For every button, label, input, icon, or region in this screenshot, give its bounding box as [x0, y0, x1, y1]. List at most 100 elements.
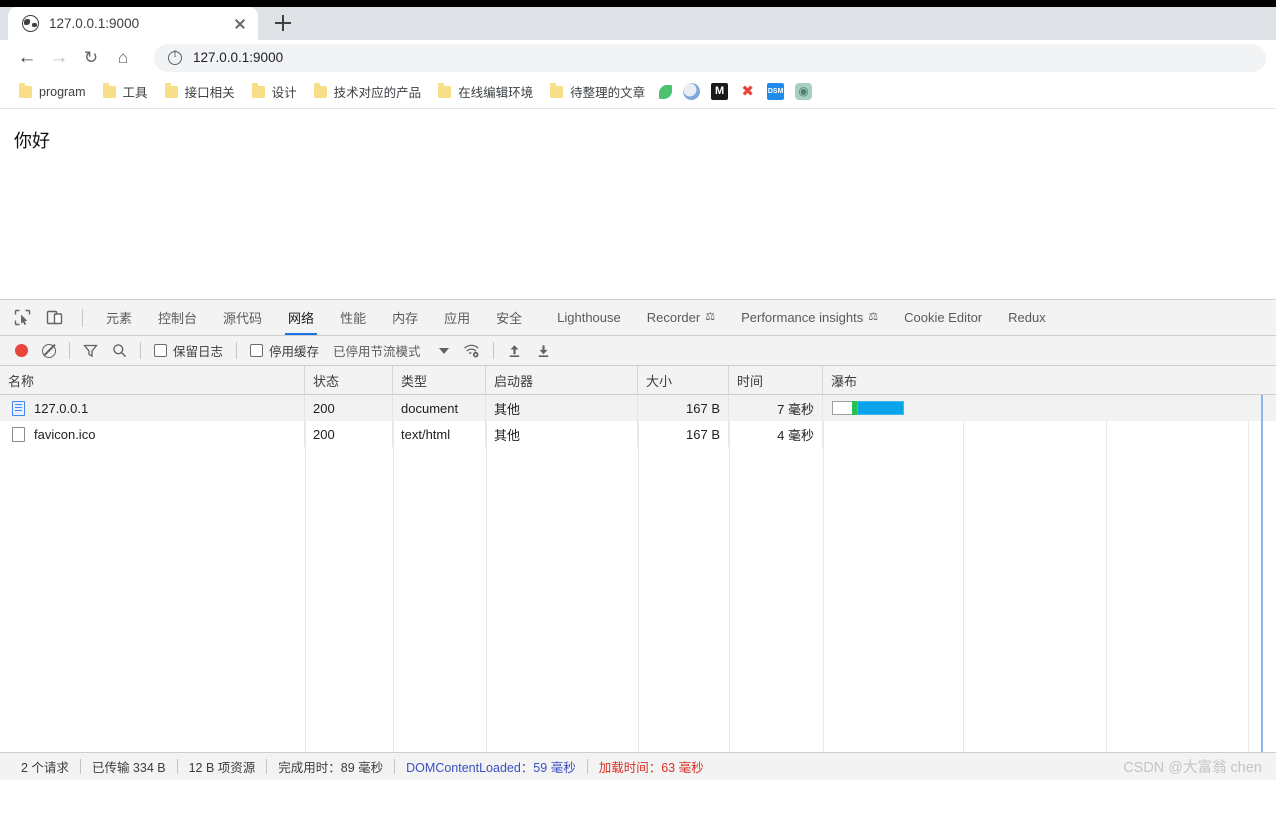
waterfall-grid	[0, 395, 1276, 752]
cell-status: 200	[305, 421, 393, 447]
bookmark-folder[interactable]: 技术对应的产品	[307, 78, 429, 105]
cell-waterfall	[823, 421, 1276, 447]
network-statusbar: 2 个请求 已传输 334 B 12 B 项资源 完成用时：89 毫秒 DOMC…	[0, 752, 1276, 780]
file-icon	[12, 426, 25, 442]
bookmark-folder[interactable]: 接口相关	[158, 78, 242, 105]
import-har-button[interactable]	[500, 339, 529, 363]
status-transferred: 已传输 334 B	[91, 761, 166, 775]
tab-sources[interactable]: 源代码	[210, 300, 275, 335]
folder-icon	[102, 83, 116, 98]
cell-name[interactable]: favicon.ico	[0, 421, 305, 447]
bookmark-folder[interactable]: program	[12, 81, 93, 103]
page-heading: 你好	[14, 131, 50, 152]
column-header-name[interactable]: 名称	[0, 366, 305, 394]
address-bar[interactable]: 127.0.0.1:9000	[154, 43, 1266, 72]
cell-size: 167 B	[638, 395, 729, 421]
bookmark-folder[interactable]: 待整理的文章	[543, 78, 652, 105]
preserve-log-label: 保留日志	[173, 345, 224, 359]
dsm-icon[interactable]: DSM	[767, 83, 785, 100]
search-button[interactable]	[105, 339, 134, 363]
bookmark-label: 接口相关	[184, 86, 235, 100]
cell-size: 167 B	[638, 421, 729, 447]
network-conditions-button[interactable]	[456, 339, 487, 363]
column-header-size[interactable]: 大小	[638, 366, 729, 394]
status-requests: 2 个请求	[21, 761, 69, 775]
bookmark-label: 设计	[271, 86, 297, 100]
tab-label: 性能	[340, 311, 367, 326]
disable-cache-checkbox[interactable]: 停用缓存	[243, 339, 326, 363]
column-header-initiator[interactable]: 启动器	[486, 366, 638, 394]
bookmarks-bar: program 工具 接口相关 设计 技术对应的产品 在线编辑环境 待整理的文章…	[0, 75, 1276, 108]
tab-console[interactable]: 控制台	[145, 300, 210, 335]
clear-button[interactable]	[35, 339, 63, 363]
tab-label: 元素	[106, 311, 133, 326]
cell-time: 4 毫秒	[729, 421, 823, 447]
column-header-type[interactable]: 类型	[393, 366, 486, 394]
network-table-body[interactable]: 127.0.0.1 200 document 其他 167 B 7 毫秒 fav…	[0, 395, 1276, 752]
waterfall-queue-segment	[832, 401, 852, 415]
cell-type: document	[393, 395, 486, 421]
throttling-select[interactable]: 已停用节流模式	[326, 339, 456, 363]
filter-button[interactable]	[76, 339, 105, 363]
table-row[interactable]: favicon.ico 200 text/html 其他 167 B 4 毫秒	[0, 421, 1276, 447]
cell-initiator: 其他	[486, 421, 638, 447]
folder-icon	[19, 83, 32, 98]
bookmark-folder[interactable]: 工具	[96, 78, 155, 105]
devtools-tabbar: 元素 控制台 源代码 网络 性能 内存 应用 安全 Lighthouse Rec…	[0, 300, 1276, 336]
folder-icon	[550, 83, 564, 98]
browser-window: 127.0.0.1:9000 ← → ↻ ⌂ 127.0.0.1:9000 pr…	[0, 0, 1276, 108]
column-header-time[interactable]: 时间	[729, 366, 823, 394]
cell-name[interactable]: 127.0.0.1	[0, 395, 305, 421]
column-header-waterfall[interactable]: 瀑布	[823, 366, 1276, 394]
green-leaf-icon[interactable]	[659, 84, 673, 99]
bookmark-folder[interactable]: 设计	[245, 78, 304, 105]
address-bar-url: 127.0.0.1:9000	[193, 50, 284, 65]
red-figure-icon[interactable]: ✖	[739, 83, 756, 100]
cell-type: text/html	[393, 421, 486, 447]
tab-memory[interactable]: 内存	[379, 300, 431, 335]
bookmark-folder[interactable]: 在线编辑环境	[431, 78, 540, 105]
back-button[interactable]: ←	[12, 43, 42, 73]
tab-redux[interactable]: Redux	[995, 300, 1059, 335]
tab-performance[interactable]: 性能	[327, 300, 379, 335]
site-info-icon[interactable]	[168, 49, 182, 65]
status-resources: 12 B 项资源	[188, 761, 256, 775]
new-tab-button[interactable]	[268, 8, 298, 38]
preserve-log-checkbox[interactable]: 保留日志	[147, 339, 230, 363]
blue-circle-icon[interactable]	[683, 83, 701, 100]
teal-spiral-icon[interactable]: ◉	[795, 83, 813, 100]
inspect-element-icon[interactable]	[8, 305, 36, 331]
record-button[interactable]	[8, 339, 35, 363]
checkbox-icon	[250, 344, 264, 357]
tab-performance-insights[interactable]: Performance insights ⚖	[728, 300, 891, 335]
tab-cookie-editor[interactable]: Cookie Editor	[891, 300, 995, 335]
browser-tab[interactable]: 127.0.0.1:9000	[8, 7, 258, 40]
bookmark-label: 技术对应的产品	[333, 86, 422, 100]
flask-icon: ⚖	[868, 311, 879, 323]
tab-elements[interactable]: 元素	[93, 300, 145, 335]
table-row[interactable]: 127.0.0.1 200 document 其他 167 B 7 毫秒	[0, 395, 1276, 421]
tab-network[interactable]: 网络	[275, 300, 327, 335]
tab-lighthouse[interactable]: Lighthouse	[535, 300, 634, 335]
status-finish: 完成用时：89 毫秒	[278, 761, 384, 775]
reload-button[interactable]: ↻	[76, 43, 106, 73]
forward-button[interactable]: →	[44, 43, 74, 73]
medium-m-icon[interactable]: M	[711, 83, 729, 100]
device-toolbar-icon[interactable]	[40, 305, 68, 331]
download-icon	[538, 345, 548, 357]
column-header-status[interactable]: 状态	[305, 366, 393, 394]
tab-recorder[interactable]: Recorder ⚖	[634, 300, 728, 335]
close-icon[interactable]	[230, 14, 250, 34]
upload-icon	[509, 345, 519, 357]
export-har-button[interactable]	[529, 339, 558, 363]
network-toolbar: 保留日志 停用缓存 已停用节流模式	[0, 336, 1276, 366]
request-name: favicon.ico	[34, 426, 96, 442]
tab-security[interactable]: 安全	[483, 300, 535, 335]
disable-cache-label: 停用缓存	[269, 345, 320, 359]
folder-icon	[251, 83, 265, 98]
home-button[interactable]: ⌂	[108, 43, 138, 73]
wifi-gear-icon	[463, 344, 479, 357]
tab-application[interactable]: 应用	[431, 300, 483, 335]
browser-tab-title: 127.0.0.1:9000	[49, 16, 140, 31]
browser-tabstrip: 127.0.0.1:9000	[0, 0, 1276, 40]
